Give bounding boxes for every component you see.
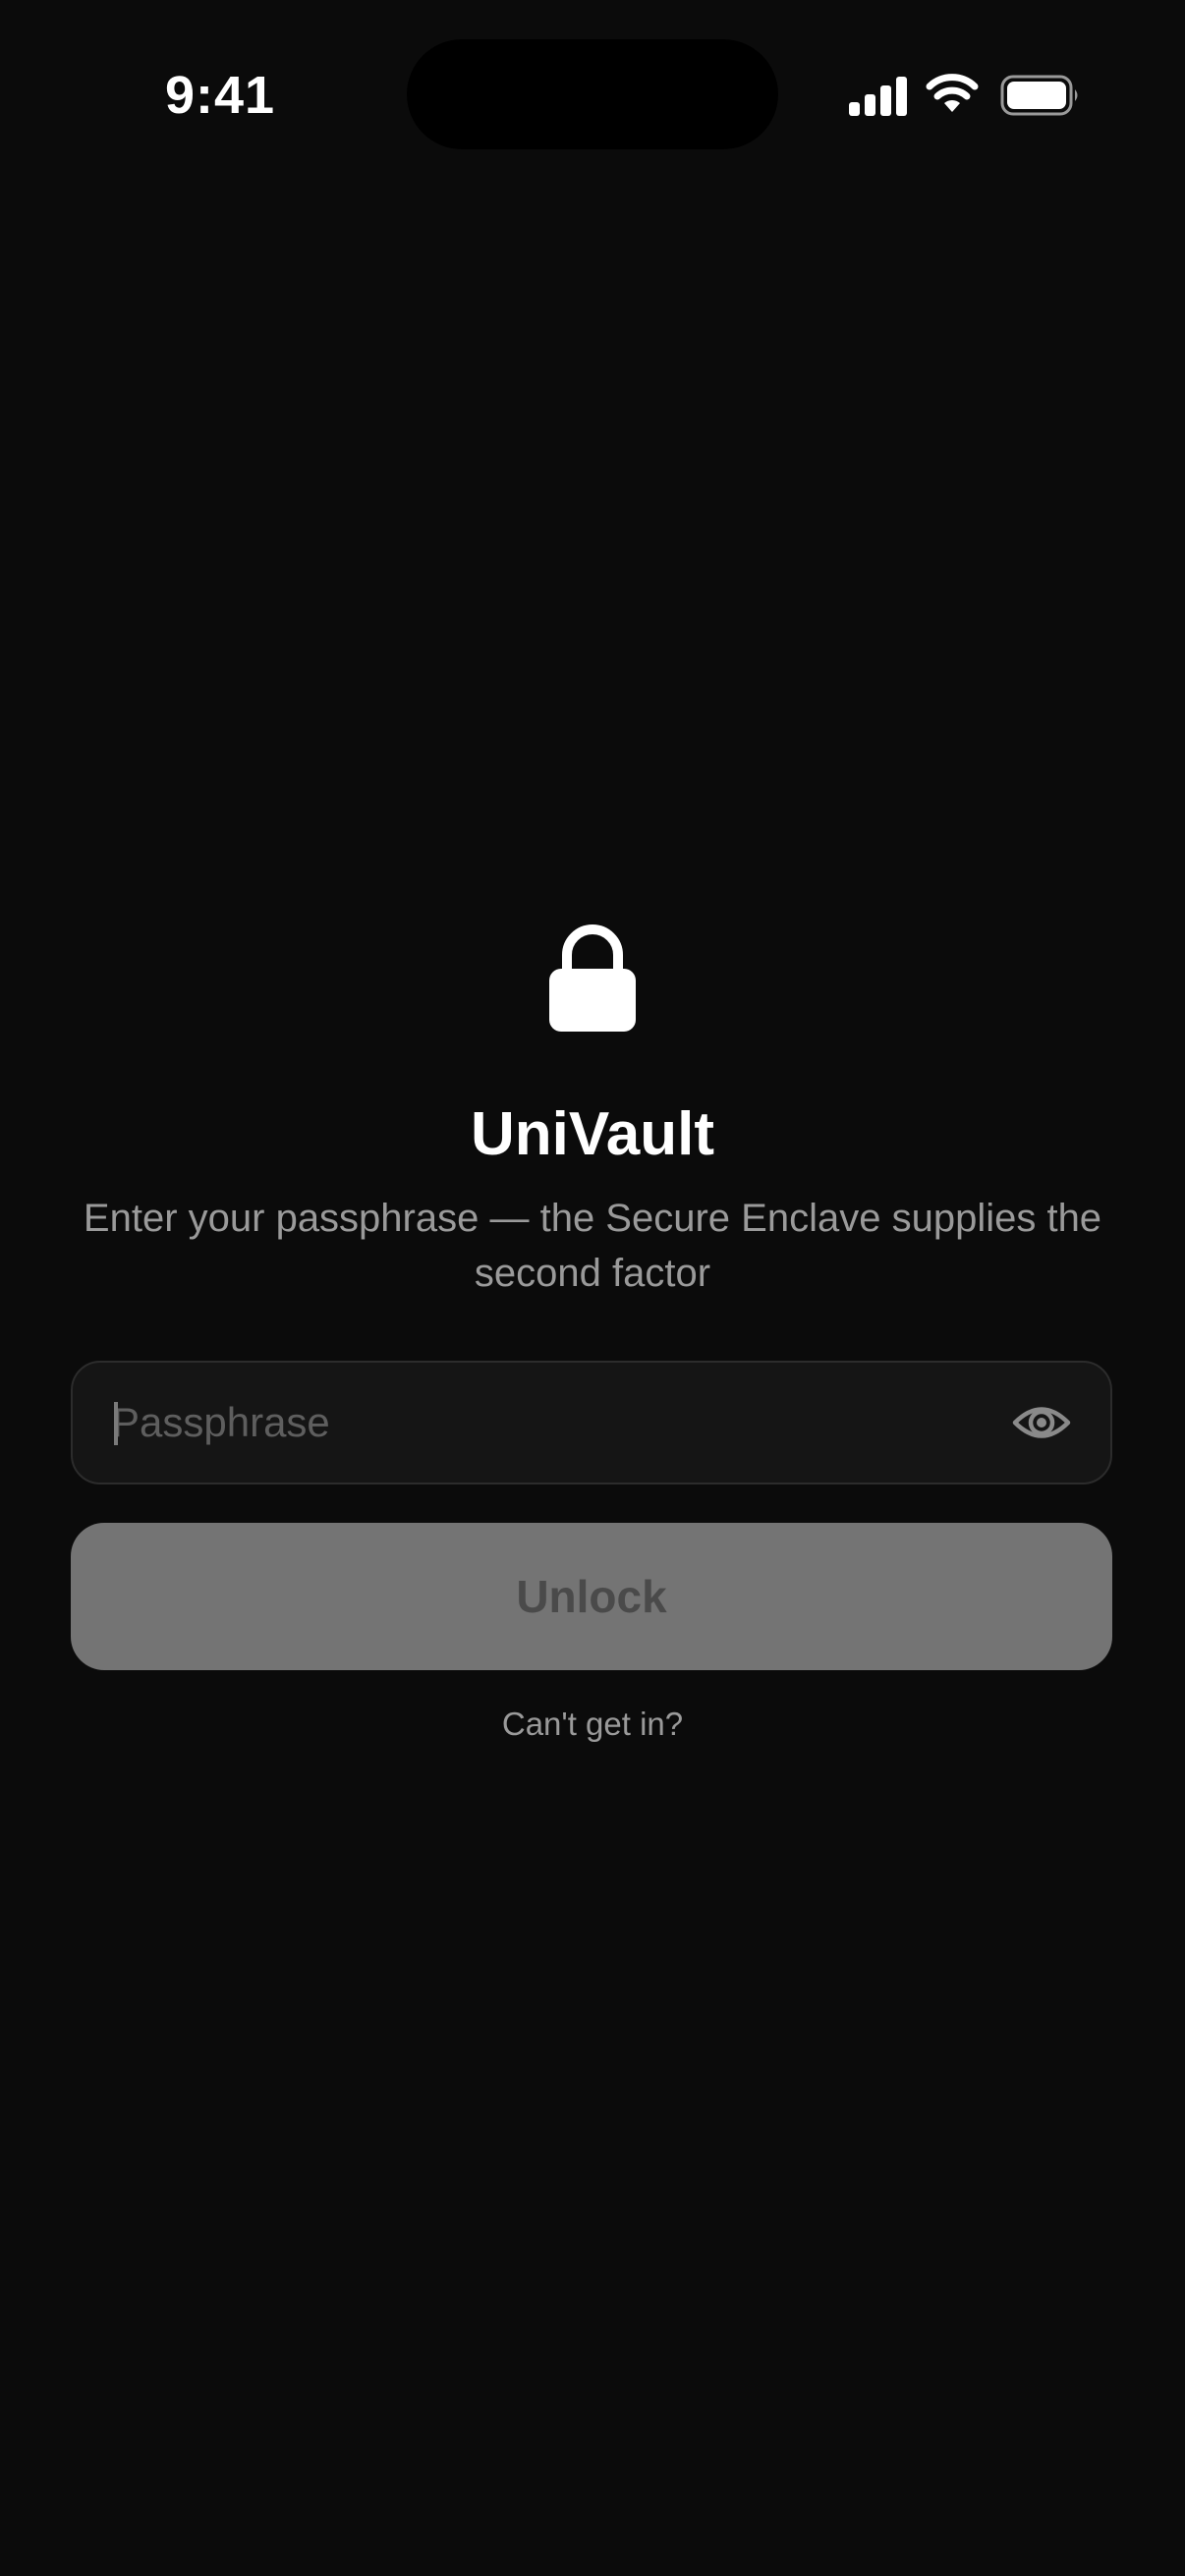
app-title: UniVault	[470, 1100, 715, 1168]
dynamic-island	[407, 39, 778, 149]
cant-get-in-link[interactable]: Can't get in?	[0, 1700, 1185, 1749]
battery-icon	[1000, 75, 1078, 116]
eye-icon[interactable]	[1012, 1400, 1071, 1445]
passphrase-input[interactable]	[112, 1363, 996, 1483]
passphrase-field[interactable]	[71, 1361, 1112, 1484]
wifi-icon	[926, 74, 979, 112]
status-bar: 9:41	[0, 0, 1185, 187]
text-cursor	[114, 1402, 118, 1445]
cellular-signal-icon	[849, 77, 907, 116]
app-subtitle: Enter your passphrase — the Secure Encla…	[83, 1197, 1102, 1295]
unlock-button[interactable]: Unlock	[71, 1523, 1112, 1670]
status-time: 9:41	[165, 66, 276, 125]
lock-icon	[549, 924, 636, 1032]
